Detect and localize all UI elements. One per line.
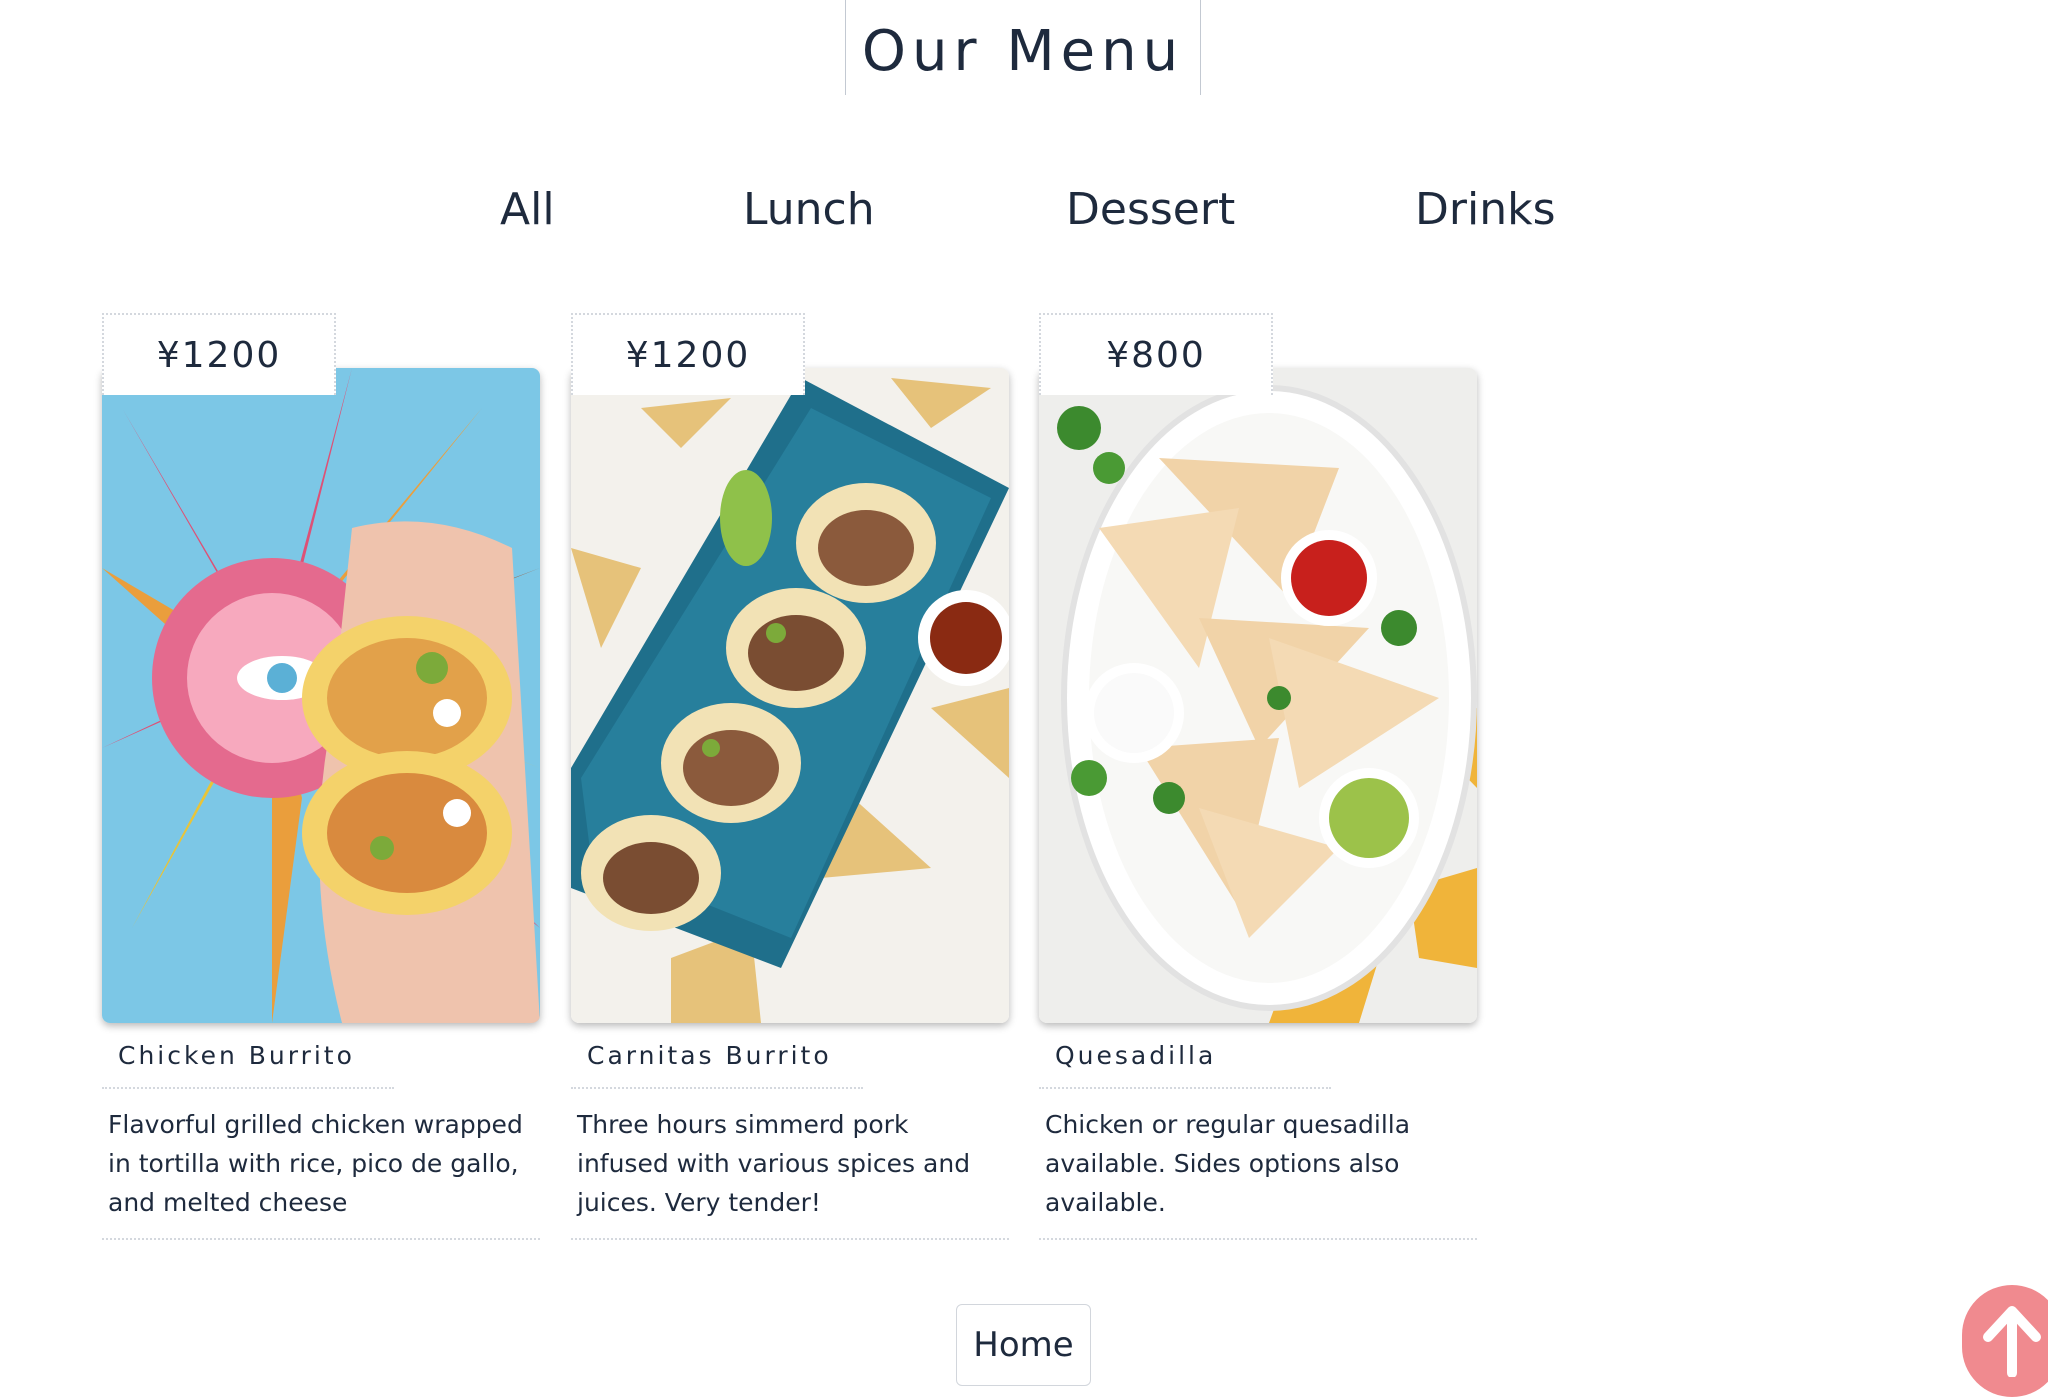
description-divider	[102, 1238, 540, 1240]
chicken-burrito-photo	[102, 368, 540, 1023]
carnitas-burrito-photo	[571, 368, 1009, 1023]
item-description: Three hours simmerd pork infused with va…	[577, 1110, 971, 1217]
price-tag: ¥800	[1039, 313, 1273, 395]
scroll-to-top-button[interactable]	[1962, 1285, 2048, 1397]
home-button[interactable]: Home	[956, 1304, 1091, 1386]
name-divider	[571, 1087, 863, 1089]
item-name: Carnitas Burrito	[587, 1041, 832, 1070]
page-title: Our Menu	[861, 19, 1185, 84]
name-divider	[1039, 1087, 1331, 1089]
price-tag: ¥1200	[102, 313, 336, 395]
item-name: Chicken Burrito	[118, 1041, 355, 1070]
page-title-box: Our Menu	[845, 0, 1201, 95]
item-name: Quesadilla	[1055, 1041, 1217, 1070]
description-divider	[1039, 1238, 1477, 1240]
quesadilla-photo	[1039, 368, 1477, 1023]
name-divider	[102, 1087, 394, 1089]
tab-lunch[interactable]: Lunch	[743, 180, 875, 240]
price-tag: ¥1200	[571, 313, 805, 395]
description-divider	[571, 1238, 1009, 1240]
tab-dessert[interactable]: Dessert	[1066, 180, 1235, 240]
item-description: Flavorful grilled chicken wrapped in tor…	[108, 1110, 523, 1217]
item-description: Chicken or regular quesadilla available.…	[1045, 1110, 1411, 1217]
tab-all[interactable]: All	[500, 180, 555, 240]
menu-page: Our Menu All Lunch Dessert Drinks ¥1200	[0, 0, 2048, 1398]
arrow-up-icon	[1983, 1306, 2041, 1377]
tab-drinks[interactable]: Drinks	[1415, 180, 1556, 240]
